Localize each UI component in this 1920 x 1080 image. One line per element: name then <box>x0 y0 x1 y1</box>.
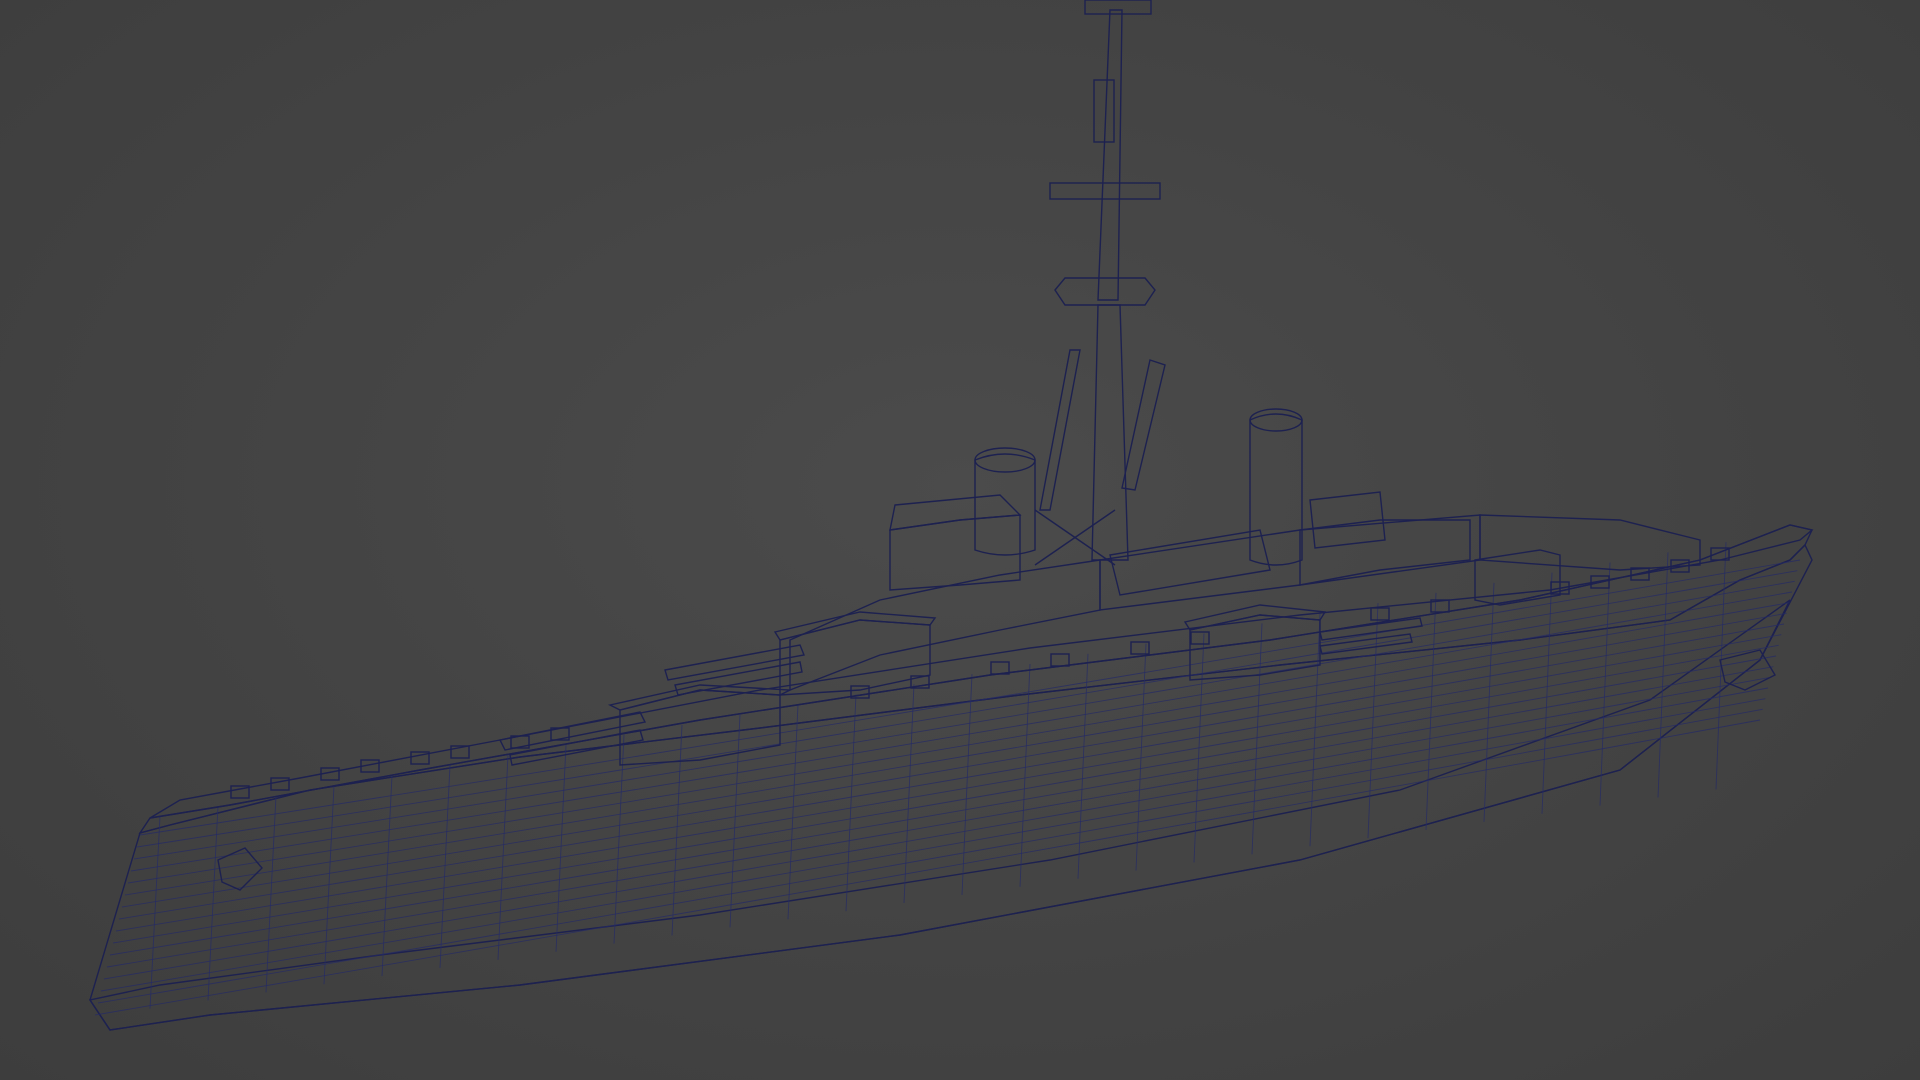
hull-strake-line <box>106 676 1771 968</box>
deck <box>149 524 1814 819</box>
forward-funnel-cap <box>974 447 1036 473</box>
mast-yard-top <box>1084 0 1152 15</box>
hull-frame-line <box>439 765 451 969</box>
hull-frame-line <box>961 674 973 895</box>
aft-bridge <box>1309 491 1386 549</box>
hull-strake-line <box>112 655 1777 944</box>
hull-frame-line <box>1541 572 1553 814</box>
hull-frame-line <box>1019 663 1031 887</box>
funnels <box>974 408 1303 566</box>
mid-turret-top <box>1183 604 1327 631</box>
mid-deckhouse <box>1109 529 1271 596</box>
deck-fitting <box>990 661 1010 675</box>
hull-strake-line <box>127 602 1790 884</box>
tripod-leg-left <box>1039 349 1081 511</box>
hull-frame-line <box>671 724 683 936</box>
hull-frame-line <box>1657 552 1669 798</box>
hull-frame-line <box>845 694 857 912</box>
hull-frame-line <box>1599 562 1611 806</box>
mast-yard <box>1049 182 1161 200</box>
hull <box>88 524 1814 1031</box>
hull-bow <box>89 543 1813 1031</box>
mast-pole <box>1097 9 1123 301</box>
deck-fitting <box>1050 653 1070 667</box>
anchors <box>217 649 1776 891</box>
hull-wireframe <box>94 542 1801 1016</box>
aft-funnel <box>1249 413 1303 566</box>
main-deck <box>149 524 1814 819</box>
hull-frame-line <box>1425 592 1437 830</box>
tripod-leg-right <box>1121 359 1166 491</box>
deck-fitting <box>1190 631 1210 645</box>
hull-frame-line <box>1483 582 1495 822</box>
hull-frame-line <box>555 745 567 952</box>
hull-frame-line <box>1193 633 1205 863</box>
fore-turret-a-top <box>607 684 793 711</box>
hull-strake-line <box>124 612 1787 896</box>
fore-turret-b-top <box>773 611 937 641</box>
forward-superstructure <box>789 559 1101 692</box>
mast <box>1034 0 1166 566</box>
mid-superstructure <box>1099 514 1481 611</box>
bridge-top <box>889 494 1022 531</box>
3d-viewport[interactable] <box>0 0 1920 1080</box>
ship-model[interactable] <box>0 0 1920 1080</box>
hull-frame-line <box>497 755 509 960</box>
aft-funnel-cap <box>1249 408 1303 432</box>
hull-frame-line <box>729 714 741 928</box>
mast-crossbrace <box>1034 509 1116 566</box>
hull-strake-line <box>94 719 1761 1016</box>
hull-lower <box>88 599 1791 1031</box>
hull-strake-line <box>136 570 1798 848</box>
aft-deck-block <box>1479 514 1701 571</box>
hull-frame-line <box>787 704 799 920</box>
hull-strake-line <box>115 644 1779 932</box>
hull-frame-line <box>1309 613 1321 847</box>
aft-superstructure <box>1299 519 1471 586</box>
hull-frame-line <box>1251 623 1263 855</box>
deck-fitting <box>270 777 290 791</box>
hull-strake-line <box>130 591 1793 872</box>
anchor-port <box>217 847 263 891</box>
deck-fitting <box>1370 607 1390 621</box>
hull-frame-line <box>265 795 277 993</box>
hull-strake-line <box>100 698 1766 992</box>
hull-strake-line <box>109 666 1774 956</box>
hull-strake-line <box>103 687 1769 980</box>
bridge-block <box>889 514 1021 591</box>
deck-fittings <box>230 547 1730 799</box>
hull-strake-line <box>121 623 1785 908</box>
fighting-top <box>1054 277 1156 306</box>
mast-sleeve <box>1093 79 1115 143</box>
hull-frame-line <box>903 684 915 904</box>
